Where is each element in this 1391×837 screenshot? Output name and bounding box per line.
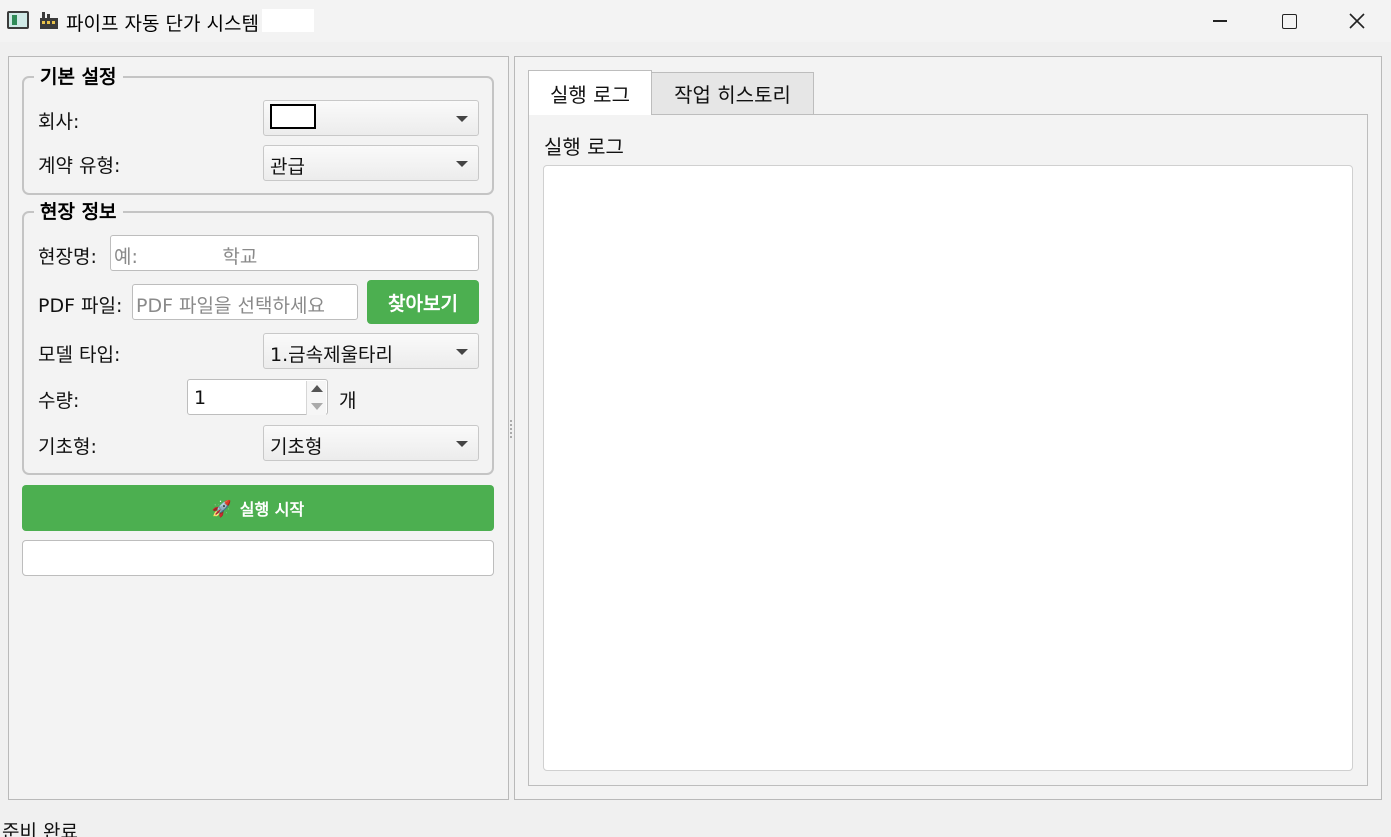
- increment-icon[interactable]: [306, 381, 326, 398]
- quantity-label: 수량:: [38, 390, 80, 412]
- site-name-placeholder: 예: 학교: [114, 246, 258, 268]
- site-name-label: 현장명:: [38, 246, 97, 268]
- splitter-handle[interactable]: [510, 420, 513, 438]
- model-type-select[interactable]: 1.금속제울타리: [263, 333, 479, 369]
- site-name-input[interactable]: 예: 학교: [110, 235, 479, 271]
- run-start-label: 실행 시작: [239, 500, 305, 519]
- log-title: 실행 로그: [544, 135, 624, 159]
- app-icon: [7, 11, 29, 29]
- quantity-stepper[interactable]: 1: [187, 379, 328, 415]
- quantity-unit: 개: [339, 390, 357, 412]
- decrement-icon[interactable]: [306, 398, 326, 415]
- tab-work-history[interactable]: 작업 히스토리: [651, 72, 814, 115]
- company-label: 회사:: [38, 111, 80, 133]
- close-icon: [1349, 13, 1365, 29]
- contract-type-value: 관급: [270, 156, 305, 178]
- company-select[interactable]: [263, 100, 479, 136]
- run-start-button[interactable]: 🚀 실행 시작: [22, 485, 494, 531]
- site-info-title: 현장 정보: [34, 201, 123, 223]
- factory-icon: [40, 12, 58, 29]
- tab-run-log[interactable]: 실행 로그: [528, 70, 652, 115]
- basic-settings-title: 기본 설정: [34, 66, 123, 88]
- maximize-icon: [1281, 13, 1297, 29]
- chevron-down-icon: [456, 161, 468, 167]
- contract-type-label: 계약 유형:: [38, 155, 121, 177]
- model-type-label: 모델 타입:: [38, 344, 121, 366]
- window-title: 파이프 자동 단가 시스템: [66, 13, 259, 35]
- maximize-button[interactable]: [1255, 0, 1323, 42]
- title-bar: 파이프 자동 단가 시스템: [0, 0, 1391, 42]
- model-type-value: 1.금속제울타리: [270, 344, 394, 366]
- pdf-file-label: PDF 파일:: [38, 295, 123, 317]
- pdf-file-placeholder: PDF 파일을 선택하세요: [136, 295, 325, 317]
- progress-bar: [22, 540, 494, 576]
- contract-type-select[interactable]: 관급: [263, 145, 479, 181]
- rocket-icon: 🚀: [211, 498, 232, 518]
- foundation-label: 기초형:: [38, 436, 97, 458]
- chevron-down-icon: [456, 441, 468, 447]
- foundation-select[interactable]: 기초형: [263, 425, 479, 461]
- log-textarea[interactable]: [543, 165, 1353, 771]
- minimize-button[interactable]: [1186, 0, 1254, 42]
- pdf-file-input[interactable]: PDF 파일을 선택하세요: [132, 284, 358, 320]
- minimize-icon: [1213, 20, 1227, 22]
- quantity-value: 1: [194, 387, 207, 409]
- browse-button[interactable]: 찾아보기: [367, 280, 479, 324]
- chevron-down-icon: [456, 349, 468, 355]
- close-button[interactable]: [1323, 0, 1391, 42]
- foundation-value: 기초형: [270, 436, 323, 458]
- chevron-down-icon: [456, 116, 468, 122]
- status-bar-text: 준비 완료: [2, 821, 78, 837]
- company-swatch: [270, 104, 316, 129]
- title-redaction: [262, 9, 314, 32]
